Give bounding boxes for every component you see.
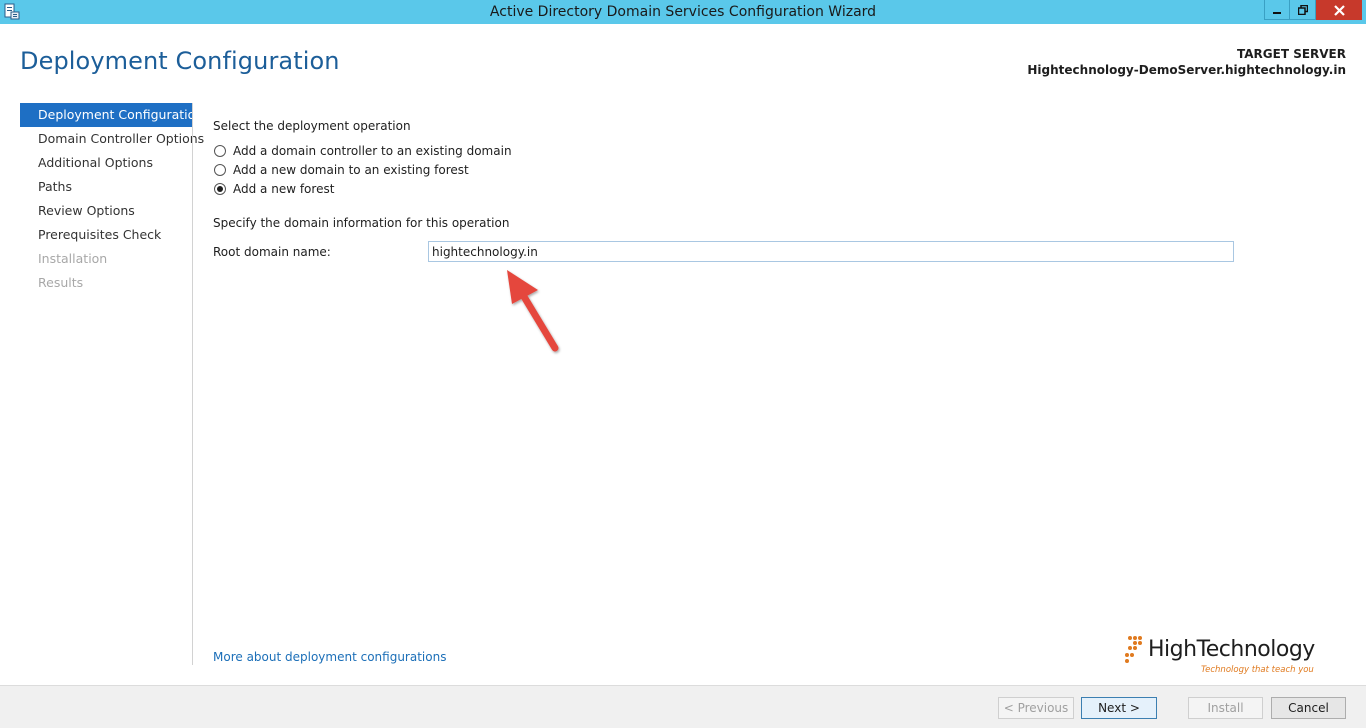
option-label: Add a domain controller to an existing d… [233, 144, 512, 158]
cancel-button[interactable]: Cancel [1271, 697, 1346, 719]
domain-info-heading: Specify the domain information for this … [213, 216, 510, 230]
close-button[interactable] [1316, 0, 1362, 20]
wizard-footer: < Previous Next > Install Cancel [0, 685, 1366, 728]
logo-name: HighTechnology [1148, 637, 1315, 662]
option-label: Add a new domain to an existing forest [233, 163, 469, 177]
nav-item-additional-options[interactable]: Additional Options [20, 151, 192, 175]
title-bar: Active Directory Domain Services Configu… [0, 0, 1366, 24]
nav-item-prerequisites-check[interactable]: Prerequisites Check [20, 223, 192, 247]
previous-button: < Previous [998, 697, 1074, 719]
next-button[interactable]: Next > [1081, 697, 1157, 719]
radio-add-domain-existing-forest[interactable] [214, 164, 226, 176]
radio-add-dc-existing-domain[interactable] [214, 145, 226, 157]
target-server-name: Hightechnology-DemoServer.hightechnology… [1027, 63, 1346, 77]
nav-item-results: Results [38, 275, 84, 290]
more-about-deployment-link[interactable]: More about deployment configurations [213, 650, 446, 664]
close-icon [1333, 1, 1345, 20]
logo-tagline: Technology that teach you [1201, 665, 1314, 675]
root-domain-label: Root domain name: [213, 245, 331, 259]
annotation-arrow-icon [507, 270, 559, 352]
option-add-new-forest[interactable]: Add a new forest [214, 182, 334, 196]
option-add-dc-existing-domain[interactable]: Add a domain controller to an existing d… [214, 144, 512, 158]
nav-item-review-options[interactable]: Review Options [20, 199, 192, 223]
wizard-nav: Deployment Configuration Domain Controll… [20, 103, 204, 295]
operation-heading: Select the deployment operation [213, 119, 411, 133]
restore-icon [1297, 0, 1308, 19]
page-title: Deployment Configuration [20, 47, 340, 75]
nav-item-deployment-configuration[interactable]: Deployment Configuration [20, 103, 203, 127]
window-title: Active Directory Domain Services Configu… [489, 4, 877, 20]
nav-item-installation: Installation [38, 251, 108, 266]
target-server-label: TARGET SERVER [1237, 47, 1346, 61]
hightechnology-logo: HighTechnology Technology that teach you [1124, 633, 1315, 679]
nav-item-paths[interactable]: Paths [20, 175, 192, 199]
option-label: Add a new forest [233, 182, 335, 196]
logo-dots-icon [1125, 636, 1142, 663]
radio-add-new-forest[interactable] [214, 183, 226, 195]
nav-divider [192, 103, 193, 665]
restore-button[interactable] [1290, 0, 1316, 20]
nav-item-domain-controller-options[interactable]: Domain Controller Options [20, 127, 204, 151]
install-button: Install [1188, 697, 1263, 719]
root-domain-input[interactable] [428, 241, 1234, 262]
option-add-domain-existing-forest[interactable]: Add a new domain to an existing forest [214, 163, 469, 177]
minimize-icon [1272, 0, 1282, 19]
minimize-button[interactable] [1264, 0, 1290, 20]
